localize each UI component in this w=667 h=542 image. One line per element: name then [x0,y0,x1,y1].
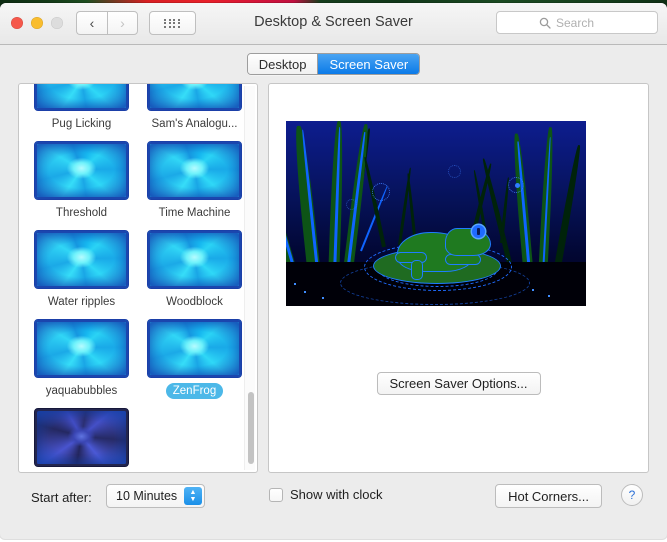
screen-saver-thumbnail [147,230,242,289]
list-item[interactable]: Sam's Analogu... [142,84,247,132]
list-item-label: yaquabubbles [45,385,118,397]
tab-group: Desktop Screen Saver [246,53,421,75]
search-placeholder: Search [556,15,595,30]
list-item[interactable]: Woodblock [142,221,247,310]
show-with-clock-label: Show with clock [290,487,383,502]
list-item-label: Pug Licking [51,118,112,130]
list-item[interactable]: Water ripples [29,221,134,310]
screen-saver-preview-image [286,121,586,306]
screen-saver-thumbnail [147,84,242,111]
chevron-up-icon: ▲ [189,489,197,496]
list-scrollbar[interactable] [244,86,255,470]
screen-saver-thumbnail [34,141,129,200]
screen-saver-thumbnail [147,319,242,378]
screen-saver-list-panel: Pug Licking Sam's Analogu... Threshold T… [18,83,258,473]
start-after-value: 10 Minutes [116,489,178,503]
scrollbar-thumb[interactable] [247,392,254,464]
list-item[interactable]: Random [29,399,134,472]
screen-saver-list[interactable]: Pug Licking Sam's Analogu... Threshold T… [19,84,257,472]
list-item-label: ZenFrog [165,383,224,399]
screen-saver-thumbnail [34,230,129,289]
help-button[interactable]: ? [621,484,643,506]
screen-saver-thumbnail [147,141,242,200]
stepper-icon[interactable]: ▲ ▼ [184,487,202,505]
list-item-label: Sam's Analogu... [151,118,238,130]
list-item-label: Woodblock [166,296,223,308]
search-field[interactable]: Search [496,11,658,34]
window-titlebar: ‹ › Desktop & Screen Saver Search [0,3,667,45]
tab-bar: Desktop Screen Saver [0,45,667,83]
search-icon [539,17,551,29]
frog-eye [472,225,485,238]
list-item[interactable]: Time Machine [142,132,247,221]
list-item[interactable]: yaquabubbles [29,310,134,399]
list-item[interactable]: Pug Licking [29,84,134,132]
screen-saver-options-button[interactable]: Screen Saver Options... [376,372,541,395]
preview-panel: Screen Saver Options... [268,83,649,473]
list-item-label: Threshold [55,207,108,219]
screen-saver-thumbnail-random [34,408,129,467]
screen-saver-grid: Pug Licking Sam's Analogu... Threshold T… [29,84,247,472]
show-with-clock-checkbox[interactable] [269,487,283,502]
hot-corners-button[interactable]: Hot Corners... [495,484,602,508]
start-after-dropdown[interactable]: 10 Minutes ▲ ▼ [106,484,205,508]
list-item-label: Time Machine [158,207,231,219]
show-with-clock-row[interactable]: Show with clock [269,487,382,502]
start-after-label: Start after: [31,490,92,505]
list-item-label: Water ripples [47,296,116,308]
list-item[interactable]: Threshold [29,132,134,221]
footer-controls: Start after: 10 Minutes ▲ ▼ Show with cl… [18,473,649,533]
tab-desktop[interactable]: Desktop [247,54,318,74]
list-item-selected-zenfrog[interactable]: ZenFrog [142,310,247,399]
content-area: Pug Licking Sam's Analogu... Threshold T… [18,83,649,473]
screen-saver-thumbnail [34,84,129,111]
preferences-window: ‹ › Desktop & Screen Saver Search Deskto [0,3,667,539]
tab-screen-saver[interactable]: Screen Saver [317,54,420,74]
screen-saver-thumbnail [34,319,129,378]
chevron-down-icon: ▼ [189,496,197,503]
